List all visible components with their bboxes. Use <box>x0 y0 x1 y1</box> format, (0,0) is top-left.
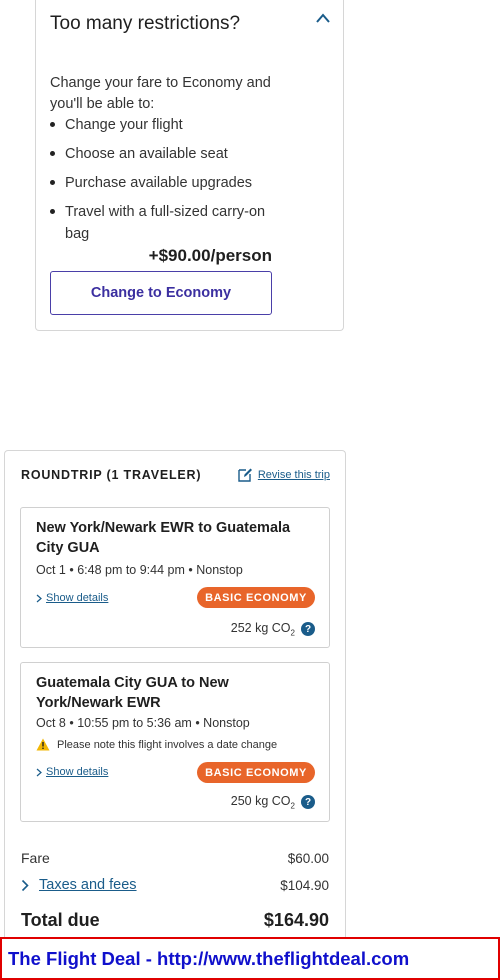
chevron-up-icon[interactable] <box>315 12 331 24</box>
co2-value: 250 kg CO2 <box>230 794 295 811</box>
fare-row: Fare $60.00 <box>21 850 329 866</box>
change-to-economy-button[interactable]: Change to Economy <box>50 271 272 315</box>
show-details-label: Show details <box>46 592 109 604</box>
benefit-item: Travel with a full-sized carry-on bag <box>50 201 290 245</box>
trip-summary-panel: ROUNDTRIP (1 TRAVELER) Revise this trip … <box>4 450 346 950</box>
benefit-item: Purchase available upgrades <box>50 172 290 194</box>
benefit-list: Change your flight Choose an available s… <box>50 114 290 252</box>
upsell-intro: Change your fare to Economy and you'll b… <box>50 75 271 112</box>
flight-route: Guatemala City GUA to New York/Newark EW… <box>36 675 229 711</box>
banner-text: The Flight Deal - http://www.theflightde… <box>8 947 410 969</box>
chevron-right-icon <box>21 879 29 891</box>
chevron-right-icon <box>36 768 42 776</box>
co2-emissions: 252 kg CO2 ? <box>231 621 315 638</box>
taxes-value: $104.90 <box>280 877 329 893</box>
show-details-link[interactable]: Show details <box>36 592 108 604</box>
show-details-label: Show details <box>46 766 109 778</box>
watermark-banner: The Flight Deal - http://www.theflightde… <box>0 937 500 980</box>
fare-upsell-panel: Too many restrictions? Change your fare … <box>35 0 344 331</box>
total-value: $164.90 <box>263 910 329 930</box>
date-change-notice: Please note this flight involves a date … <box>36 738 277 751</box>
revise-trip-link[interactable]: Revise this trip <box>238 467 330 482</box>
show-details-link[interactable]: Show details <box>36 766 108 778</box>
benefit-item: Choose an available seat <box>50 143 290 165</box>
edit-icon <box>238 468 252 482</box>
notice-text: Please note this flight involves a date … <box>57 738 278 751</box>
warning-icon <box>36 738 50 751</box>
flight-card-return: Guatemala City GUA to New York/Newark EW… <box>20 662 330 822</box>
flight-times: Oct 1 • 6:48 pm to 9:44 pm • Nonstop <box>36 563 243 577</box>
fare-class-badge: BASIC ECONOMY <box>197 587 315 608</box>
taxes-label: Taxes and fees <box>39 877 137 893</box>
co2-emissions: 250 kg CO2 ? <box>231 794 315 811</box>
fare-value: $60.00 <box>287 850 329 866</box>
taxes-row: Taxes and fees $104.90 <box>21 877 329 893</box>
taxes-toggle[interactable]: Taxes and fees <box>21 877 137 893</box>
upsell-price: +$90.00/person <box>148 246 272 265</box>
flight-card-outbound: New York/Newark EWR to Guatemala City GU… <box>20 507 330 648</box>
flight-route: New York/Newark EWR to Guatemala City GU… <box>36 520 291 556</box>
chevron-right-icon <box>36 594 42 602</box>
total-label: Total due <box>21 910 100 930</box>
help-icon[interactable]: ? <box>301 795 315 810</box>
trip-heading: ROUNDTRIP (1 TRAVELER) <box>21 468 202 482</box>
revise-trip-label: Revise this trip <box>257 468 330 481</box>
fare-label: Fare <box>21 850 50 866</box>
co2-value: 252 kg CO2 <box>230 621 295 638</box>
upsell-title: Too many restrictions? <box>50 13 241 34</box>
total-row: Total due $164.90 <box>21 910 329 931</box>
benefit-item: Change your flight <box>50 114 290 136</box>
help-icon[interactable]: ? <box>301 622 315 637</box>
flight-times: Oct 8 • 10:55 pm to 5:36 am • Nonstop <box>36 716 250 730</box>
fare-class-badge: BASIC ECONOMY <box>197 762 315 783</box>
